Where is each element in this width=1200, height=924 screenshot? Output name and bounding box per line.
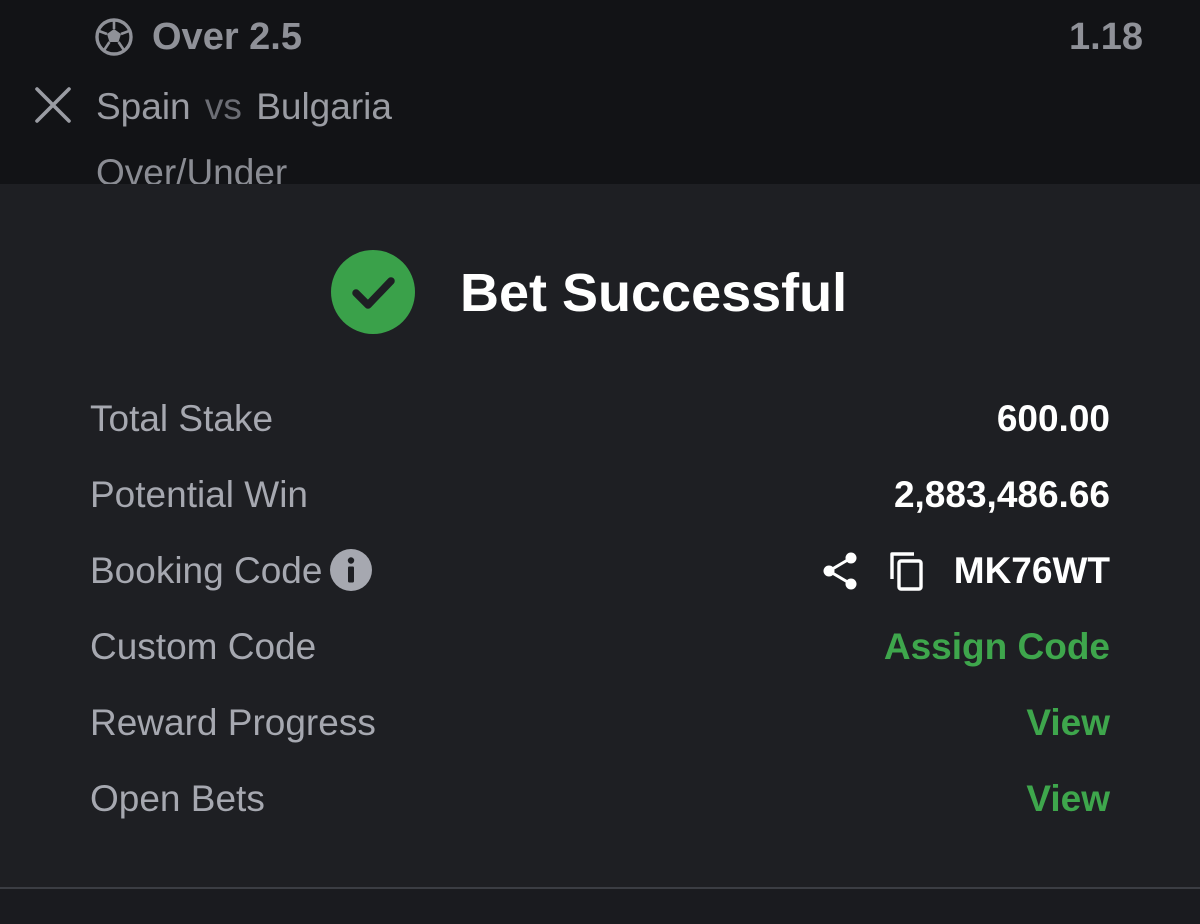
potential-win-label: Potential Win [90, 474, 308, 515]
selection-title: Over 2.5 [152, 16, 302, 58]
info-icon[interactable] [330, 549, 373, 592]
bet-confirmation-screen: Over 2.5 1.18 Spain vs Bulgaria Over/Und… [0, 0, 1200, 924]
bet-details: Total Stake 600.00 Potential Win 2,883,4… [90, 384, 1110, 840]
match-name: Spain vs Bulgaria [96, 82, 392, 132]
home-team: Spain [96, 86, 191, 127]
assign-code-link[interactable]: Assign Code [884, 622, 1110, 672]
total-stake-row: Total Stake 600.00 [90, 384, 1110, 460]
success-header: Bet Successful [0, 250, 1200, 336]
booking-code-value[interactable]: MK76WT [954, 546, 1110, 596]
open-bets-view-link[interactable]: View [1026, 774, 1110, 824]
copy-icon[interactable] [886, 549, 930, 593]
booking-code-actions: MK76WT [818, 546, 1110, 596]
selection-odds: 1.18 [1069, 16, 1143, 58]
open-bets-row: Open Bets View [90, 764, 1110, 840]
reward-progress-row: Reward Progress View [90, 688, 1110, 764]
potential-win-value: 2,883,486.66 [893, 474, 1110, 515]
bet-success-sheet: Bet Successful Total Stake 600.00 Potent… [0, 184, 1200, 924]
custom-code-label: Custom Code [90, 626, 317, 667]
booking-code-label: Booking Code [90, 550, 323, 591]
potential-win-row: Potential Win 2,883,486.66 [90, 460, 1110, 536]
share-icon[interactable] [818, 549, 862, 593]
booking-code-label-group: Booking Code [90, 546, 373, 596]
open-bets-label: Open Bets [90, 778, 265, 819]
market-name: Over/Under [96, 152, 288, 184]
total-stake-label: Total Stake [90, 398, 274, 439]
custom-code-row: Custom Code Assign Code [90, 612, 1110, 688]
sheet-footer [0, 889, 1200, 924]
total-stake-value: 600.00 [996, 398, 1110, 439]
away-team: Bulgaria [256, 86, 392, 127]
bet-selection: Over 2.5 1.18 Spain vs Bulgaria Over/Und… [0, 0, 1200, 184]
check-circle-icon [331, 250, 415, 334]
close-icon[interactable] [30, 82, 76, 128]
soccer-ball-icon [95, 18, 133, 56]
success-title: Bet Successful [460, 263, 848, 323]
booking-code-row: Booking Code MK76WT [90, 536, 1110, 612]
versus-label: vs [204, 86, 242, 127]
reward-progress-label: Reward Progress [90, 702, 376, 743]
reward-progress-view-link[interactable]: View [1026, 698, 1110, 748]
